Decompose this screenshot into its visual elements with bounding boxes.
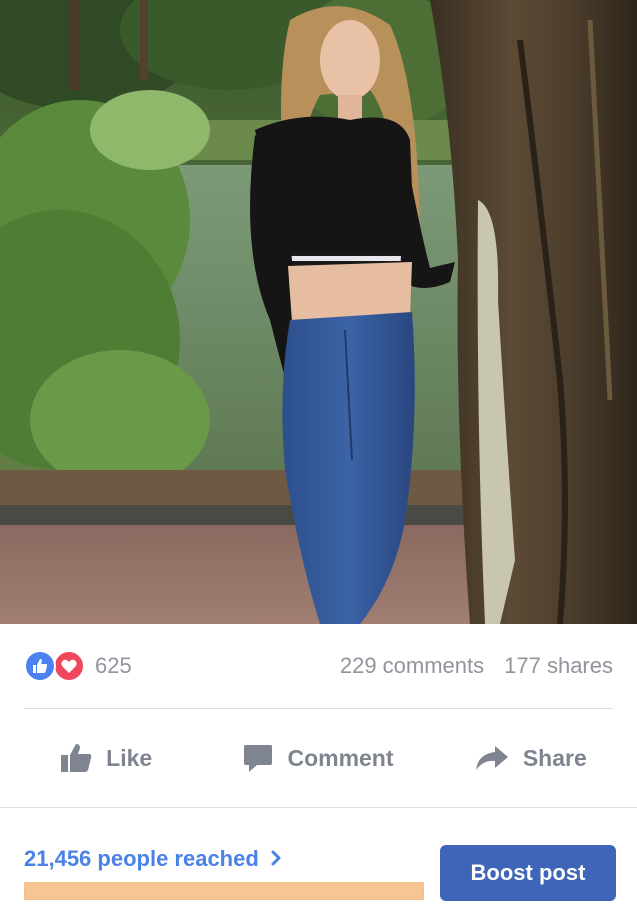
chevron-right-icon xyxy=(271,846,281,872)
reach-progress-bar xyxy=(24,882,424,900)
comment-button[interactable]: Comment xyxy=(212,743,424,773)
share-button[interactable]: Share xyxy=(425,745,637,772)
boost-post-button[interactable]: Boost post xyxy=(440,845,616,901)
love-icon xyxy=(53,650,85,682)
photo-illustration xyxy=(0,0,637,624)
post-stats-row: 625 229 comments 177 shares xyxy=(0,624,637,708)
people-reached-label: 21,456 people reached xyxy=(24,846,259,871)
like-label: Like xyxy=(106,744,153,771)
shares-count[interactable]: 177 shares xyxy=(504,653,613,679)
comment-label: Comment xyxy=(287,744,394,771)
reactions-summary[interactable]: 625 xyxy=(24,650,132,682)
engagement-counts: 229 comments 177 shares xyxy=(340,653,613,679)
post-insights-footer: 21,456 people reached Boost post xyxy=(0,808,637,905)
people-reached-link[interactable]: 21,456 people reached xyxy=(24,846,281,872)
reaction-count: 625 xyxy=(95,653,132,678)
share-arrow-icon xyxy=(475,745,509,771)
reach-progress-fill xyxy=(25,883,423,899)
like-button[interactable]: Like xyxy=(0,743,212,773)
comment-bubble-icon xyxy=(243,743,273,773)
comments-count[interactable]: 229 comments xyxy=(340,653,484,679)
post-photo[interactable] xyxy=(0,0,637,624)
thumbs-up-icon xyxy=(60,743,92,773)
like-icon xyxy=(24,650,56,682)
facebook-post: 625 229 comments 177 shares Like Comment xyxy=(0,0,637,905)
share-label: Share xyxy=(522,744,587,771)
post-actions-bar: Like Comment Share xyxy=(0,709,637,807)
